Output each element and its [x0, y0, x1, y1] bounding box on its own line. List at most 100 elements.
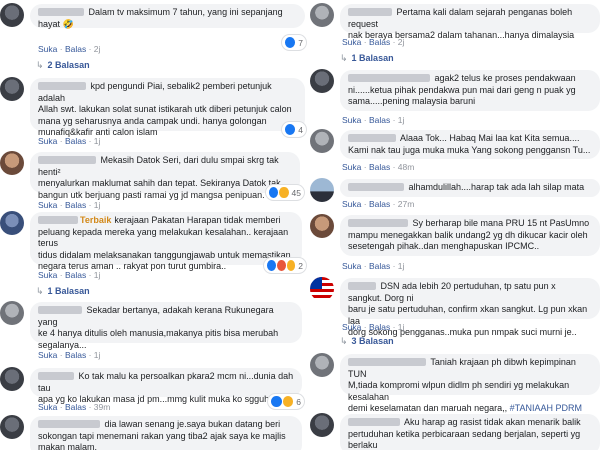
reply-link[interactable]: Balas: [65, 136, 86, 146]
comments-column-right: Pertama kali dalam sejarah penganas bole…: [300, 0, 600, 450]
avatar[interactable]: [0, 151, 24, 175]
reply-link[interactable]: Balas: [65, 200, 86, 210]
commenter-name[interactable]: [38, 372, 74, 380]
like-reaction-icon: [267, 260, 276, 271]
avatar[interactable]: [0, 211, 24, 235]
like-reaction-icon: [285, 37, 296, 48]
commenter-name[interactable]: [38, 8, 84, 16]
commenter-name[interactable]: [348, 358, 426, 366]
like-link[interactable]: Suka: [342, 199, 361, 209]
emoji-rofl: 🤣: [62, 18, 74, 29]
reply-link[interactable]: Balas: [369, 199, 390, 209]
reply-arrow-icon: ↳: [340, 53, 348, 63]
reply-link[interactable]: Balas: [369, 115, 390, 125]
view-replies-link[interactable]: ↳ 1 Balasan: [36, 286, 90, 297]
comment-time[interactable]: 1j: [94, 350, 101, 360]
commenter-name[interactable]: [38, 82, 86, 90]
like-link[interactable]: Suka: [342, 261, 361, 271]
like-link[interactable]: Suka: [342, 37, 361, 47]
avatar[interactable]: [310, 214, 334, 238]
reply-link[interactable]: Balas: [65, 350, 86, 360]
comment-actions: Suka · Balas · 1j: [342, 261, 405, 271]
commenter-name[interactable]: [348, 282, 376, 290]
haha-reaction-icon: [286, 260, 296, 271]
avatar[interactable]: [0, 301, 24, 325]
hashtag-link[interactable]: #TANIAAH PDRM: [510, 403, 582, 413]
comment-bubble: Alaaa Tok... Habaq Mai laa kat Kita semu…: [340, 130, 600, 159]
like-link[interactable]: Suka: [38, 136, 57, 146]
like-link[interactable]: Suka: [38, 200, 57, 210]
flag-canton: [310, 277, 322, 289]
avatar[interactable]: [310, 353, 334, 377]
view-replies-link[interactable]: ↳ 3 Balasan: [340, 336, 394, 347]
comment-actions: Suka · Balas · 1j: [38, 200, 101, 210]
commenter-name[interactable]: [38, 306, 82, 314]
comment-bubble: dia lawan senang je.saya bukan datang be…: [30, 416, 302, 450]
reply-link[interactable]: Balas: [65, 270, 86, 280]
commenter-name[interactable]: [348, 134, 396, 142]
comment-bubble: kpd pengundi Piai, sebalik2 pemberi petu…: [30, 78, 305, 137]
comment-bubble: alhamdulillah....harap tak ada lah silap…: [340, 179, 600, 197]
comment-time[interactable]: 2j: [398, 37, 405, 47]
reply-link[interactable]: Balas: [369, 162, 390, 172]
like-link[interactable]: Suka: [342, 322, 361, 332]
reply-link[interactable]: Balas: [65, 44, 86, 54]
comment-actions: Suka · Balas · 1j: [38, 270, 101, 280]
reply-link[interactable]: Balas: [369, 37, 390, 47]
like-link[interactable]: Suka: [342, 162, 361, 172]
reply-arrow-icon: ↳: [340, 336, 348, 346]
view-replies-link[interactable]: ↳ 1 Balasan: [340, 53, 394, 64]
commenter-name[interactable]: [38, 156, 96, 164]
avatar[interactable]: [310, 413, 334, 437]
comment-time[interactable]: 1j: [398, 115, 405, 125]
like-link[interactable]: Suka: [38, 44, 57, 54]
avatar[interactable]: [310, 129, 334, 153]
view-replies-link[interactable]: ↳ 2 Balasan: [36, 60, 90, 71]
like-link[interactable]: Suka: [38, 402, 57, 412]
comment-time[interactable]: 1j: [94, 270, 101, 280]
comment-time[interactable]: 1j: [398, 261, 405, 271]
comment-time[interactable]: 2j: [94, 44, 101, 54]
comments-column-left: Dalam tv maksimum 7 tahun, yang ini sepa…: [0, 0, 306, 450]
comment-time[interactable]: 1j: [94, 200, 101, 210]
reaction-summary[interactable]: 6: [268, 394, 304, 409]
avatar[interactable]: [0, 367, 24, 391]
avatar[interactable]: [310, 69, 334, 93]
like-link[interactable]: Suka: [342, 115, 361, 125]
reaction-summary[interactable]: 45: [266, 185, 304, 200]
angry-reaction-icon: [276, 260, 286, 271]
avatar[interactable]: [0, 415, 24, 439]
comment-time[interactable]: 27m: [398, 199, 415, 209]
comment-actions: Suka · Balas · 39m: [38, 402, 111, 412]
reply-link[interactable]: Balas: [369, 322, 390, 332]
comment-bubble: Taniah krajaan ph dibwh kepimpinan TUN M…: [340, 354, 600, 413]
top-fan-badge: Terbaik: [80, 215, 112, 225]
like-link[interactable]: Suka: [38, 270, 57, 280]
avatar[interactable]: [310, 277, 334, 301]
commenter-name[interactable]: [348, 8, 392, 16]
like-link[interactable]: Suka: [38, 350, 57, 360]
comment-actions: Suka · Balas · 2j: [38, 44, 101, 54]
comment-actions: Suka · Balas · 1j: [342, 115, 405, 125]
comment-actions: Suka · Balas · 2j: [342, 37, 405, 47]
commenter-name[interactable]: [348, 219, 408, 227]
comment-time[interactable]: 1j: [398, 322, 405, 332]
comment-bubble: Dalam tv maksimum 7 tahun, yang ini sepa…: [30, 4, 305, 29]
avatar[interactable]: [0, 77, 24, 101]
comment-bubble: Mekasih Datok Seri, dari dulu smpai skrg…: [30, 152, 300, 200]
avatar[interactable]: [310, 178, 334, 202]
comment-time[interactable]: 48m: [398, 162, 415, 172]
comment-bubble: agak2 telus ke proses pendakwaan ni.....…: [340, 70, 600, 111]
comment-time[interactable]: 1j: [94, 136, 101, 146]
commenter-name[interactable]: [348, 418, 400, 426]
commenter-name[interactable]: [38, 420, 100, 428]
avatar[interactable]: [310, 3, 334, 27]
reply-link[interactable]: Balas: [369, 261, 390, 271]
commenter-name[interactable]: [348, 183, 404, 191]
avatar[interactable]: [0, 3, 24, 27]
reply-link[interactable]: Balas: [65, 402, 86, 412]
commenter-name[interactable]: [348, 74, 430, 82]
comment-time[interactable]: 39m: [94, 402, 111, 412]
commenter-name[interactable]: [38, 216, 78, 224]
comment-actions: Suka · Balas · 48m: [342, 162, 415, 172]
